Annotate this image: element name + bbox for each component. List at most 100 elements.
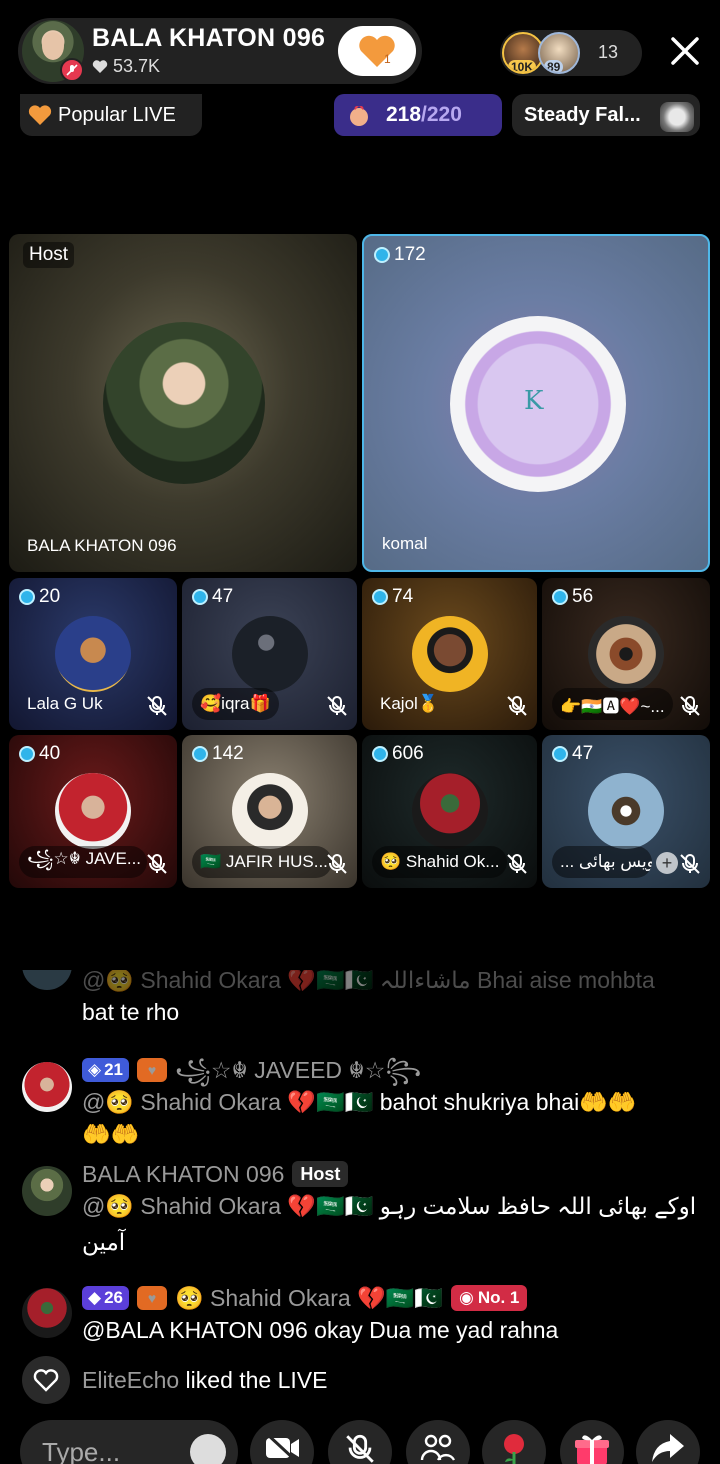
rose-icon (504, 1434, 524, 1464)
host-info-pill[interactable]: BALA KHATON 096 53.7K 1 (18, 18, 422, 84)
add-guest-icon[interactable]: + (656, 852, 678, 874)
chat-avatar[interactable] (22, 1062, 72, 1112)
tile-count: 74 (372, 586, 413, 608)
guest-avatar (412, 773, 488, 849)
chat-text-cont: آمین (82, 1229, 126, 1255)
chat-username[interactable]: BALA KHATON 096 (82, 1158, 284, 1190)
chat-text: bat te rho (82, 999, 180, 1025)
guest-label: Lala G Uk (27, 694, 103, 713)
guest-avatar (55, 773, 131, 849)
liked-username[interactable]: EliteEcho (82, 1367, 179, 1393)
camera-off-button[interactable] (250, 1420, 314, 1464)
guest-tile[interactable]: 20 Lala G Uk (9, 578, 177, 730)
guest-avatar (588, 773, 664, 849)
mic-muted-icon (147, 854, 167, 874)
viewer-count: 13 (598, 42, 619, 62)
guest-tile[interactable]: 56 👉🇮🇳🅰❤️~... (542, 578, 710, 730)
mic-off-button[interactable] (328, 1420, 392, 1464)
fan-badge-icon: ♥ (137, 1058, 167, 1082)
follow-button[interactable]: 1 (338, 26, 416, 76)
chat-avatar[interactable] (22, 1288, 72, 1338)
tile-count: 172 (374, 244, 426, 266)
diamond-icon (192, 746, 208, 762)
host-tile[interactable]: Host BALA KHATON 096 (9, 234, 357, 572)
rose-gift-button[interactable] (482, 1420, 546, 1464)
mic-muted-icon (507, 854, 527, 874)
guest-tile[interactable]: 142 🇸🇦 JAFIR HUS... (182, 735, 357, 888)
rank-badge: ◉ No. 1 (450, 1285, 528, 1311)
diamond-icon (552, 746, 568, 762)
guests-button[interactable] (406, 1420, 470, 1464)
guest-label: komal (382, 534, 428, 553)
tile-count: 56 (552, 586, 593, 608)
gift-goal-pill[interactable]: 218/220 (334, 94, 502, 136)
popular-live-label: Popular LIVE (58, 103, 176, 126)
chat-feed[interactable]: @🥺 Shahid Okara 💔🇸🇦🇵🇰 ماشاءاللہ Bhai ais… (0, 970, 720, 1370)
popular-live-pill[interactable]: Popular LIVE (20, 94, 202, 136)
chat-username[interactable]: 🥺 Shahid Okara 💔🇸🇦🇵🇰 (175, 1282, 443, 1314)
gift-button[interactable] (560, 1420, 624, 1464)
tile-count: 47 (192, 586, 233, 608)
like-heart-icon[interactable] (22, 1356, 70, 1404)
diamond-icon (192, 589, 208, 605)
guest-tile[interactable]: 74 Kajol🥇 (362, 578, 537, 730)
diamond-icon (372, 746, 388, 762)
fan-badge-icon: ♥ (137, 1286, 167, 1310)
chat-text-cont: 🤲🤲 (82, 1121, 140, 1147)
top-viewers[interactable]: 10K 89 13 (500, 30, 642, 76)
emoji-icon[interactable] (190, 1434, 226, 1464)
gift-icon (575, 1435, 609, 1464)
steady-pill[interactable]: Steady Fal... (512, 94, 700, 136)
chat-mention: @🥺 Shahid Okara 💔🇸🇦🇵🇰 (82, 1089, 374, 1115)
host-tile-avatar (103, 322, 265, 484)
chat-text-faded: @🥺 Shahid Okara 💔🇸🇦🇵🇰 ماشاءاللہ Bhai ais… (82, 970, 655, 993)
mic-muted-icon (147, 696, 167, 716)
mic-muted-icon (327, 696, 347, 716)
steady-label: Steady Fal... (524, 103, 641, 126)
mic-muted-icon (680, 854, 700, 874)
chat-avatar[interactable] (22, 970, 72, 990)
guest-tile[interactable]: 606 🥺 Shahid Ok... (362, 735, 537, 888)
host-likes-count: 53.7K (113, 56, 161, 76)
host-badge: Host (292, 1161, 349, 1187)
diamond-icon (552, 589, 568, 605)
comment-box[interactable] (20, 1420, 238, 1464)
goal-total: /220 (421, 103, 462, 126)
guest-label: 🥰iqra🎁 (192, 688, 279, 720)
level-badge: ◈ 21 (82, 1058, 129, 1082)
guest-label: ꧁☆☬ JAVE... (19, 846, 147, 878)
goal-current: 218 (386, 103, 422, 126)
chat-text: اوکے بھائی اللہ حافظ سلامت رہو (373, 1193, 697, 1219)
follow-count: 1 (384, 52, 391, 66)
viewer-avatar[interactable]: 89 (538, 32, 580, 74)
host-tag: Host (23, 242, 75, 268)
share-button[interactable] (636, 1420, 700, 1464)
liked-text: liked the LIVE (179, 1366, 328, 1393)
chat-username[interactable]: ꧁☆☬ JAVEED ☬☆꧂ (175, 1054, 421, 1086)
guest-tile[interactable]: 40 ꧁☆☬ JAVE... (9, 735, 177, 888)
comment-input[interactable] (42, 1432, 182, 1464)
mic-off-icon (346, 1434, 374, 1463)
mic-muted-icon (680, 696, 700, 716)
diamond-icon (374, 247, 390, 263)
guest-tile[interactable]: 47 🥰iqra🎁 (182, 578, 357, 730)
tile-count: 606 (372, 743, 424, 765)
level-badge: ◆ 26 (82, 1286, 129, 1310)
chat-text: @BALA KHATON 096 okay Dua me yad rahna (82, 1317, 559, 1343)
close-icon[interactable] (668, 34, 702, 68)
tile-count: 40 (19, 743, 60, 765)
guest-avatar (232, 773, 308, 849)
tile-count: 20 (19, 586, 60, 608)
guest-avatar (55, 616, 131, 692)
guest-avatar (412, 616, 488, 692)
fire-heart-icon (28, 105, 52, 125)
host-name: BALA KHATON 096 (92, 24, 326, 52)
mic-off-icon (60, 58, 84, 82)
share-icon (652, 1434, 684, 1462)
people-icon (420, 1434, 456, 1461)
guest-tile-komal[interactable]: 172 K komal (362, 234, 710, 572)
chat-avatar[interactable] (22, 1166, 72, 1216)
guest-tile[interactable]: 47 ... اویس بھائی + (542, 735, 710, 888)
tile-count: 47 (552, 743, 593, 765)
chat-mention: @🥺 Shahid Okara 💔🇸🇦🇵🇰 (82, 1193, 374, 1219)
